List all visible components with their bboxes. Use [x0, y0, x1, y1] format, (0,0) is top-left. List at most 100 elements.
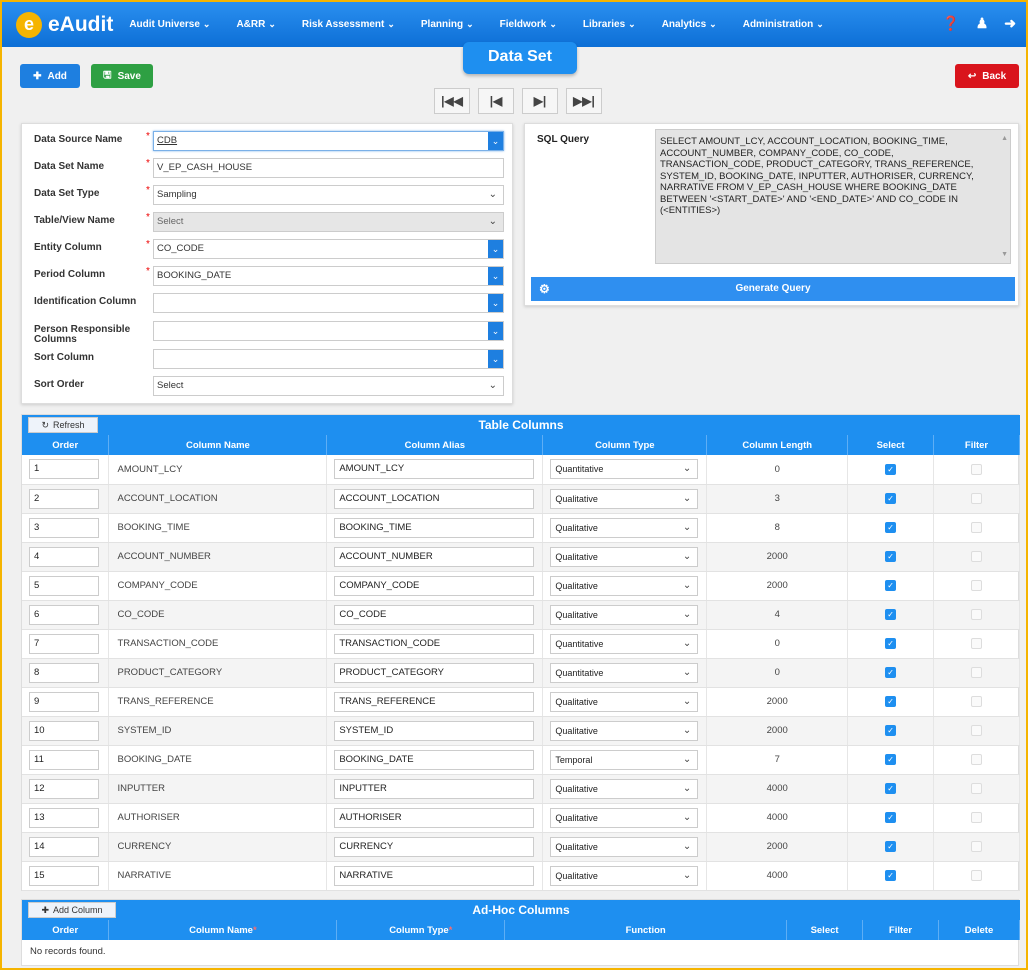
- column-type-select[interactable]: Temporal ⌄: [550, 749, 699, 770]
- order-input[interactable]: 9: [29, 691, 99, 712]
- chevron-down-icon[interactable]: ⌄: [488, 322, 503, 340]
- first-record-icon[interactable]: |◀◀: [434, 88, 470, 114]
- add-column-button[interactable]: ✚ Add Column: [28, 902, 116, 918]
- column-alias-input[interactable]: COMPANY_CODE: [334, 575, 535, 596]
- column-type-select[interactable]: Qualitative ⌄: [550, 836, 699, 857]
- select-checkbox[interactable]: ✓: [885, 695, 897, 707]
- column-alias-input[interactable]: BOOKING_DATE: [334, 749, 535, 770]
- column-alias-input[interactable]: PRODUCT_CATEGORY: [334, 662, 535, 683]
- order-input[interactable]: 6: [29, 604, 99, 625]
- nav-fieldwork[interactable]: Fieldwork ⌄: [500, 19, 557, 30]
- filter-checkbox[interactable]: [971, 579, 983, 591]
- header-column-name[interactable]: Column Name: [108, 435, 328, 455]
- order-input[interactable]: 13: [29, 807, 99, 828]
- nav-risk-assessment[interactable]: Risk Assessment ⌄: [302, 19, 395, 30]
- chevron-down-icon[interactable]: ⌄: [488, 267, 503, 285]
- column-alias-input[interactable]: ACCOUNT_NUMBER: [334, 546, 535, 567]
- column-alias-input[interactable]: AMOUNT_LCY: [334, 459, 535, 480]
- add-button[interactable]: ✚ Add: [20, 64, 80, 88]
- column-alias-input[interactable]: TRANSACTION_CODE: [334, 633, 535, 654]
- chevron-down-icon[interactable]: ⌄: [488, 294, 503, 312]
- column-alias-input[interactable]: CO_CODE: [334, 604, 535, 625]
- select-checkbox[interactable]: ✓: [885, 579, 897, 591]
- select-checkbox[interactable]: ✓: [885, 492, 897, 504]
- save-button[interactable]: 🖫 Save: [91, 64, 153, 88]
- select-checkbox[interactable]: ✓: [885, 782, 897, 794]
- filter-checkbox[interactable]: [971, 840, 983, 852]
- header-column-alias[interactable]: Column Alias: [326, 435, 544, 455]
- next-record-icon[interactable]: ▶|: [522, 88, 558, 114]
- order-input[interactable]: 14: [29, 836, 99, 857]
- adhoc-header-function[interactable]: Function: [504, 920, 788, 940]
- select-checkbox[interactable]: ✓: [885, 840, 897, 852]
- order-input[interactable]: 10: [29, 720, 99, 741]
- adhoc-header-column-name[interactable]: Column Name*: [108, 920, 338, 940]
- order-input[interactable]: 8: [29, 662, 99, 683]
- column-alias-input[interactable]: SYSTEM_ID: [334, 720, 535, 741]
- help-icon[interactable]: ❓: [942, 15, 959, 32]
- last-record-icon[interactable]: ▶▶|: [566, 88, 602, 114]
- filter-checkbox[interactable]: [971, 550, 983, 562]
- column-alias-input[interactable]: NARRATIVE: [334, 865, 535, 886]
- filter-checkbox[interactable]: [971, 724, 983, 736]
- column-type-select[interactable]: Qualitative ⌄: [550, 807, 699, 828]
- user-icon[interactable]: ♟: [976, 15, 989, 32]
- column-type-select[interactable]: Qualitative ⌄: [550, 488, 699, 509]
- refresh-button[interactable]: ↻ Refresh: [28, 417, 98, 433]
- filter-checkbox[interactable]: [971, 463, 983, 475]
- order-input[interactable]: 5: [29, 575, 99, 596]
- filter-checkbox[interactable]: [971, 637, 983, 649]
- select-checkbox[interactable]: ✓: [885, 608, 897, 620]
- column-type-select[interactable]: Qualitative ⌄: [550, 865, 699, 886]
- sort-column-select[interactable]: ⌄: [153, 349, 504, 369]
- nav-analytics[interactable]: Analytics ⌄: [662, 19, 717, 30]
- back-button[interactable]: ↩ Back: [955, 64, 1019, 88]
- column-alias-input[interactable]: AUTHORISER: [334, 807, 535, 828]
- order-input[interactable]: 4: [29, 546, 99, 567]
- adhoc-header-order[interactable]: Order: [22, 920, 110, 940]
- column-alias-input[interactable]: INPUTTER: [334, 778, 535, 799]
- person-responsible-select[interactable]: ⌄: [153, 321, 504, 341]
- app-logo[interactable]: e eAudit: [16, 11, 113, 38]
- header-filter[interactable]: Filter: [933, 435, 1020, 455]
- select-checkbox[interactable]: ✓: [885, 521, 897, 533]
- select-checkbox[interactable]: ✓: [885, 811, 897, 823]
- sql-query-textarea[interactable]: SELECT AMOUNT_LCY, ACCOUNT_LOCATION, BOO…: [655, 129, 1011, 264]
- prev-record-icon[interactable]: |◀: [478, 88, 514, 114]
- data-set-type-select[interactable]: Sampling ⌄: [153, 185, 504, 205]
- filter-checkbox[interactable]: [971, 492, 983, 504]
- order-input[interactable]: 3: [29, 517, 99, 538]
- order-input[interactable]: 1: [29, 459, 99, 480]
- filter-checkbox[interactable]: [971, 753, 983, 765]
- filter-checkbox[interactable]: [971, 869, 983, 881]
- identification-column-select[interactable]: ⌄: [153, 293, 504, 313]
- scroll-up-icon[interactable]: ▲: [1001, 133, 1008, 145]
- column-type-select[interactable]: Qualitative ⌄: [550, 691, 699, 712]
- data-source-name-select[interactable]: CDB ⌄: [153, 131, 504, 151]
- order-input[interactable]: 12: [29, 778, 99, 799]
- adhoc-header-column-type[interactable]: Column Type*: [336, 920, 506, 940]
- chevron-down-icon[interactable]: ⌄: [488, 132, 503, 150]
- select-checkbox[interactable]: ✓: [885, 753, 897, 765]
- nav-administration[interactable]: Administration ⌄: [743, 19, 824, 30]
- filter-checkbox[interactable]: [971, 695, 983, 707]
- filter-checkbox[interactable]: [971, 608, 983, 620]
- select-checkbox[interactable]: ✓: [885, 869, 897, 881]
- filter-checkbox[interactable]: [971, 782, 983, 794]
- select-checkbox[interactable]: ✓: [885, 463, 897, 475]
- column-type-select[interactable]: Qualitative ⌄: [550, 546, 699, 567]
- column-type-select[interactable]: Quantitative ⌄: [550, 633, 699, 654]
- select-checkbox[interactable]: ✓: [885, 550, 897, 562]
- period-column-select[interactable]: BOOKING_DATE ⌄: [153, 266, 504, 286]
- column-type-select[interactable]: Qualitative ⌄: [550, 720, 699, 741]
- order-input[interactable]: 7: [29, 633, 99, 654]
- column-type-select[interactable]: Quantitative ⌄: [550, 459, 699, 480]
- adhoc-header-select[interactable]: Select: [786, 920, 864, 940]
- adhoc-header-filter[interactable]: Filter: [862, 920, 939, 940]
- order-input[interactable]: 15: [29, 865, 99, 886]
- chevron-down-icon[interactable]: ⌄: [488, 240, 503, 258]
- sort-order-select[interactable]: Select ⌄: [153, 376, 504, 396]
- entity-column-select[interactable]: CO_CODE ⌄: [153, 239, 504, 259]
- chevron-down-icon[interactable]: ⌄: [488, 350, 503, 368]
- filter-checkbox[interactable]: [971, 666, 983, 678]
